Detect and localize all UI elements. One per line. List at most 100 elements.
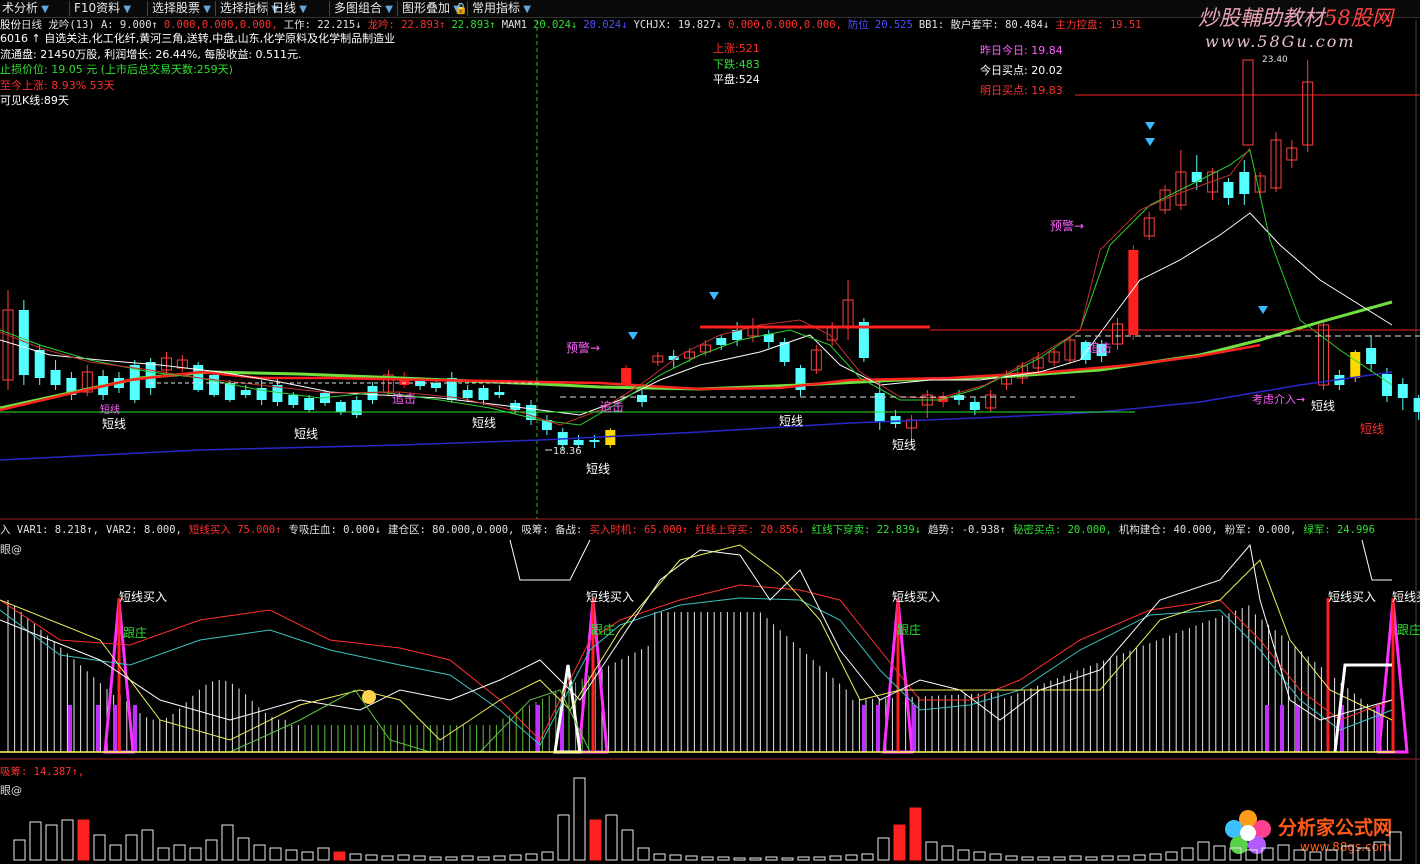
- volume-bar: [1149, 853, 1162, 861]
- down-arrow-icon: [1145, 122, 1155, 130]
- candle-body: [1413, 398, 1420, 412]
- candle-body: [351, 400, 362, 415]
- volume-bar: [797, 856, 810, 861]
- volume-bar: [61, 819, 74, 861]
- candle-body: [335, 402, 346, 412]
- candle-body: [1397, 384, 1408, 398]
- signal-bar: [862, 705, 866, 752]
- bracket-line: [1361, 539, 1392, 581]
- down-arrow-icon: [1258, 306, 1268, 314]
- candle-body: [1223, 182, 1234, 198]
- volume-bar: [717, 856, 730, 861]
- volume-bar: [173, 844, 186, 861]
- volume-bar: [461, 855, 474, 861]
- follow-label: 跟庄: [591, 622, 615, 637]
- volume-bar: [237, 837, 250, 861]
- volume-bar: [589, 819, 602, 861]
- candle-body: [430, 383, 441, 388]
- volume-bar: [29, 821, 42, 861]
- candle-body: [494, 392, 505, 395]
- short-line-label: 短线: [100, 403, 120, 416]
- volume-bar: [189, 847, 202, 861]
- candle-body: [969, 402, 980, 410]
- volume-bar: [765, 856, 778, 861]
- signal-bar: [133, 705, 137, 752]
- green-zone: [229, 689, 431, 753]
- candle-body: [1239, 172, 1250, 194]
- bracket-line: [509, 539, 591, 581]
- tall-candle-body: [1242, 59, 1254, 146]
- volume-bar: [93, 834, 106, 861]
- volume-bar: [893, 824, 906, 861]
- volume-bar: [957, 849, 970, 861]
- volume-bar: [1133, 854, 1146, 861]
- volume-bar: [109, 844, 122, 861]
- volume-bar: [669, 854, 682, 861]
- volume-bar: [1181, 847, 1194, 861]
- volume-bar: [1261, 847, 1274, 861]
- volume-bar: [1341, 845, 1354, 861]
- volume-bar: [1229, 847, 1242, 861]
- volume-bar: [221, 824, 234, 861]
- volume-bar: [1245, 849, 1258, 861]
- volume-bar: [445, 856, 458, 861]
- signal-bar: [876, 705, 880, 752]
- volume-bar: [1277, 844, 1290, 861]
- volume-bar: [1213, 845, 1226, 861]
- signal-bar: [113, 705, 117, 752]
- warning-label: 预警→: [566, 340, 600, 355]
- volume-bar: [557, 814, 570, 861]
- candle-body: [621, 368, 632, 385]
- pursuit-label: 追击: [1088, 340, 1112, 355]
- volume-bar: [541, 851, 554, 861]
- volume-bar: [829, 855, 842, 861]
- volume-bar: [1197, 841, 1210, 861]
- volume-bar: [1325, 849, 1338, 861]
- volume-bar: [1021, 856, 1034, 861]
- follow-label: 跟庄: [897, 622, 921, 637]
- volume-bar: [253, 844, 266, 861]
- volume-bar: [861, 853, 874, 861]
- volume-bar: [621, 829, 634, 861]
- volume-bar: [141, 829, 154, 861]
- volume-bar: [685, 855, 698, 861]
- pursuit-label: 追击: [600, 399, 624, 414]
- smiley-icon: [362, 690, 376, 704]
- down-arrow-icon: [628, 332, 638, 340]
- short-buy-label: 短线买入: [1392, 590, 1420, 604]
- volume-bar: [13, 839, 26, 861]
- volume-bar: [317, 847, 330, 861]
- volume-bar: [605, 814, 618, 861]
- candle-body: [50, 370, 61, 385]
- short-line-label: 短线: [294, 427, 318, 441]
- candle-body: [478, 388, 489, 400]
- volume-bar: [1357, 847, 1370, 861]
- volume-bar: [45, 824, 58, 861]
- candle-body: [145, 362, 156, 388]
- volume-bar: [205, 839, 218, 861]
- down-arrow-icon: [709, 292, 719, 300]
- candle-body: [1191, 172, 1202, 182]
- volume-bar: [925, 841, 938, 861]
- signal-bar: [68, 705, 72, 752]
- volume-bar: [157, 847, 170, 861]
- short-line-label: 短线: [892, 438, 916, 452]
- candle-body: [304, 398, 315, 410]
- volume-bar: [477, 856, 490, 861]
- short-buy-label: 短线买入: [586, 590, 634, 604]
- low-price-label: 18.36: [553, 446, 582, 457]
- candle-body: [1381, 374, 1392, 396]
- candle-body: [605, 430, 616, 445]
- volume-bar: [573, 777, 586, 861]
- follow-label: 跟庄: [123, 625, 147, 640]
- volume-bar: [637, 847, 650, 861]
- volume-bar: [429, 856, 442, 861]
- ma-green-line: [0, 300, 1393, 410]
- volume-bar: [413, 855, 426, 861]
- volume-bar: [909, 807, 922, 861]
- volume-bar: [285, 849, 298, 861]
- ma-blue-line: [0, 371, 1393, 461]
- stock-chart-canvas[interactable]: 短线短线短线短线短线短线短线预警→预警→追击追击追击考虑介入→短线短线18.36…: [0, 0, 1420, 864]
- candle-body: [209, 375, 220, 395]
- volume-bar: [973, 851, 986, 861]
